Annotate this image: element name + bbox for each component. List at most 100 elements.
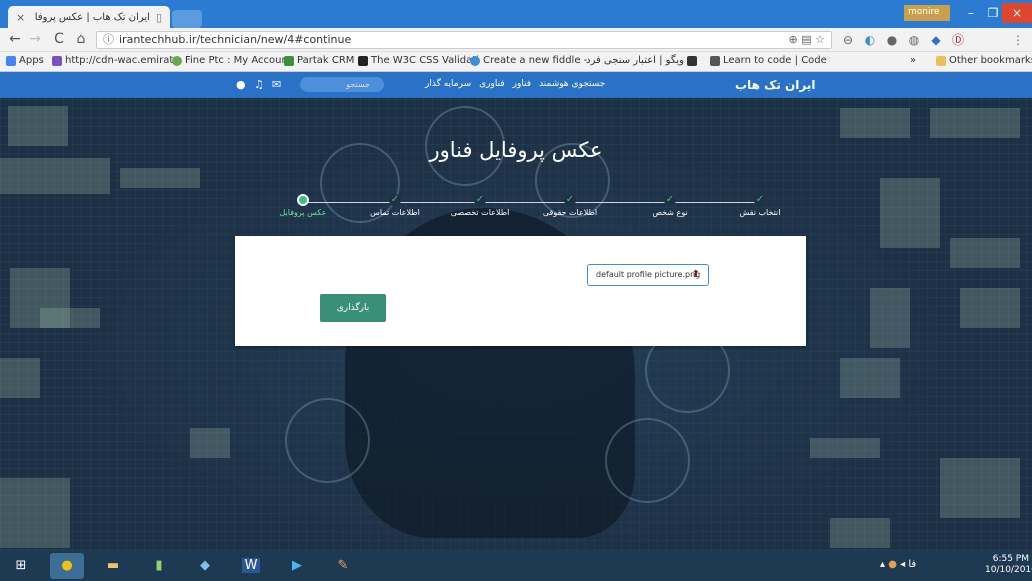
bookmark-item[interactable]: Partak CRM (284, 55, 354, 66)
bookmark-icon (470, 55, 480, 66)
browser-titlebar: ▯ ایران تک هاب | عکس پروفا × monire – ❐ … (0, 0, 1032, 28)
check-icon: ✓ (754, 194, 766, 206)
menu-icon[interactable]: ⋮ (1010, 32, 1026, 48)
tab-close-icon[interactable]: × (16, 11, 25, 24)
step-contact-info[interactable]: ✓ اطلاعات تماس (365, 194, 425, 217)
file-name: default profile picture.png (596, 270, 701, 279)
address-text: irantechhub.ir/technician/new/4#continue (119, 33, 352, 46)
forward-icon[interactable]: → (26, 31, 44, 47)
check-icon: ✓ (474, 194, 486, 206)
site-header: ایران تک هاب جستجوی هوشمند فناور فناوری … (0, 72, 1032, 98)
system-tray[interactable]: ▴ ● ◂ فا (880, 559, 916, 570)
home-icon[interactable]: ⌂ (72, 31, 90, 47)
check-icon: ✓ (389, 194, 401, 206)
decor-circle (285, 398, 370, 483)
bell-icon[interactable]: ♫ (254, 78, 264, 91)
bookmark-icon (686, 55, 697, 66)
close-window-button[interactable]: × (1002, 3, 1032, 23)
decor-pixels (950, 238, 1020, 268)
windows-start-icon[interactable]: ⊞ (4, 553, 38, 579)
clock-date: 10/10/2016 (985, 565, 1032, 575)
bookmark-apps[interactable]: Apps (6, 55, 44, 66)
decor-pixels (830, 518, 890, 548)
bookmark-item[interactable]: Create a new fiddle - (470, 55, 587, 66)
address-bar[interactable]: ⓘ irantechhub.ir/technician/new/4#contin… (96, 31, 832, 49)
bookmark-icon (284, 55, 294, 66)
upload-card: default profile picture.png ⬆ بارگذاری (235, 236, 806, 346)
word-icon[interactable]: W (234, 553, 268, 579)
file-picker[interactable]: default profile picture.png ⬆ (587, 264, 709, 286)
check-icon: ✓ (664, 194, 676, 206)
extension-icon[interactable]: Ⓓ (950, 32, 966, 48)
browser-tab[interactable]: ▯ ایران تک هاب | عکس پروفا × (8, 6, 170, 28)
bookmark-item[interactable]: Learn to code | Code (710, 55, 827, 66)
clock-time: 6:55 PM (992, 554, 1029, 564)
step-legal-info[interactable]: ✓ اطلاعات حقوقی (540, 194, 600, 217)
nav-investor[interactable]: سرمایه گذار (425, 79, 471, 89)
user-icon[interactable]: ● (236, 78, 246, 91)
extension-icon[interactable]: ◍ (906, 32, 922, 48)
app-icon[interactable]: ◆ (188, 553, 222, 579)
step-person-type[interactable]: ✓ نوع شخص (640, 194, 700, 217)
site-brand[interactable]: ایران تک هاب (735, 78, 815, 92)
bookmark-icon (172, 55, 182, 66)
taskbar: ⊞ ● ▬ ▮ ◆ W ▶ ✎ ▴ ● ◂ فا 6:55 PM 10/10/2… (0, 550, 1032, 581)
decor-pixels (120, 168, 200, 188)
mail-icon[interactable]: ✉ (272, 78, 281, 91)
bookmark-item[interactable]: Fine Ptc : My Account (172, 55, 292, 66)
extension-icon[interactable]: ● (884, 32, 900, 48)
bookmarks-more-icon[interactable]: » (910, 55, 916, 66)
upload-button[interactable]: بارگذاری (320, 294, 386, 322)
bookmark-item[interactable]: ویگو | اعتبار سنجی فرد (586, 55, 697, 66)
decor-pixels (880, 178, 940, 248)
upload-arrow-icon: ⬆ (691, 269, 700, 280)
language-indicator[interactable]: فا (908, 559, 916, 570)
nav-technology[interactable]: فناوری (479, 79, 505, 89)
apps-icon (6, 55, 16, 66)
back-icon[interactable]: ← (6, 31, 24, 47)
bookmark-item[interactable]: http://cdn-wac.emirat (52, 55, 173, 66)
step-profile-photo[interactable]: عکس پروفایل (273, 194, 333, 217)
notepad-icon[interactable]: ▮ (142, 553, 176, 579)
file-explorer-icon[interactable]: ▬ (96, 553, 130, 579)
nav-smart-search[interactable]: جستجوی هوشمند (539, 79, 605, 89)
profile-chip[interactable]: monire (904, 5, 950, 21)
folder-icon (936, 55, 946, 66)
search-input[interactable]: جستجو (300, 77, 384, 92)
site-info-icon[interactable]: ⓘ (103, 32, 114, 48)
decor-pixels (810, 438, 880, 458)
clock[interactable]: 6:55 PM 10/10/2016 (985, 554, 1032, 576)
other-bookmarks[interactable]: Other bookmarks (936, 55, 1032, 66)
bookmark-icon (710, 55, 720, 66)
hero-section: عکس پروفایل فناور ✓ انتخاب نقش ✓ نوع شخص ✓… (0, 98, 1032, 550)
extension-icon[interactable]: ◐ (862, 32, 878, 48)
reload-icon[interactable]: C (50, 31, 68, 47)
bookmark-star-icon[interactable]: ⊕ ▤ ☆ (789, 32, 825, 48)
bookmark-item[interactable]: The W3C CSS Validati (358, 55, 479, 66)
decor-pixels (190, 428, 230, 458)
step-expertise-info[interactable]: ✓ اطلاعات تخصصی (450, 194, 510, 217)
extension-icon[interactable]: ◆ (928, 32, 944, 48)
check-icon: ✓ (564, 194, 576, 206)
step-role[interactable]: ✓ انتخاب نقش (730, 194, 790, 217)
decor-pixels (960, 288, 1020, 328)
tab-title: ایران تک هاب | عکس پروفا (34, 11, 150, 23)
minimize-button[interactable]: – (960, 3, 982, 23)
new-tab-button[interactable] (172, 10, 202, 28)
paint-icon[interactable]: ✎ (326, 553, 360, 579)
media-player-icon[interactable]: ▶ (280, 553, 314, 579)
decor-pixels (940, 458, 1020, 518)
active-step-dot-icon (297, 194, 309, 206)
maximize-button[interactable]: ❐ (982, 3, 1004, 23)
decor-circle (605, 418, 690, 503)
bookmark-icon (52, 55, 62, 66)
extension-icon[interactable]: ⊖ (840, 32, 856, 48)
page-title: عکس پروفایل فناور (429, 138, 603, 162)
chrome-icon[interactable]: ● (50, 553, 84, 579)
decor-pixels (0, 478, 70, 548)
page-icon: ▯ (155, 10, 162, 24)
address-row: ← → C ⌂ ⓘ irantechhub.ir/technician/new/… (0, 28, 1032, 52)
bookmarks-bar: Apps http://cdn-wac.emirat Fine Ptc : My… (0, 52, 1032, 72)
main-nav: جستجوی هوشمند فناور فناوری سرمایه گذار (425, 79, 605, 89)
nav-technologist[interactable]: فناور (513, 79, 531, 89)
